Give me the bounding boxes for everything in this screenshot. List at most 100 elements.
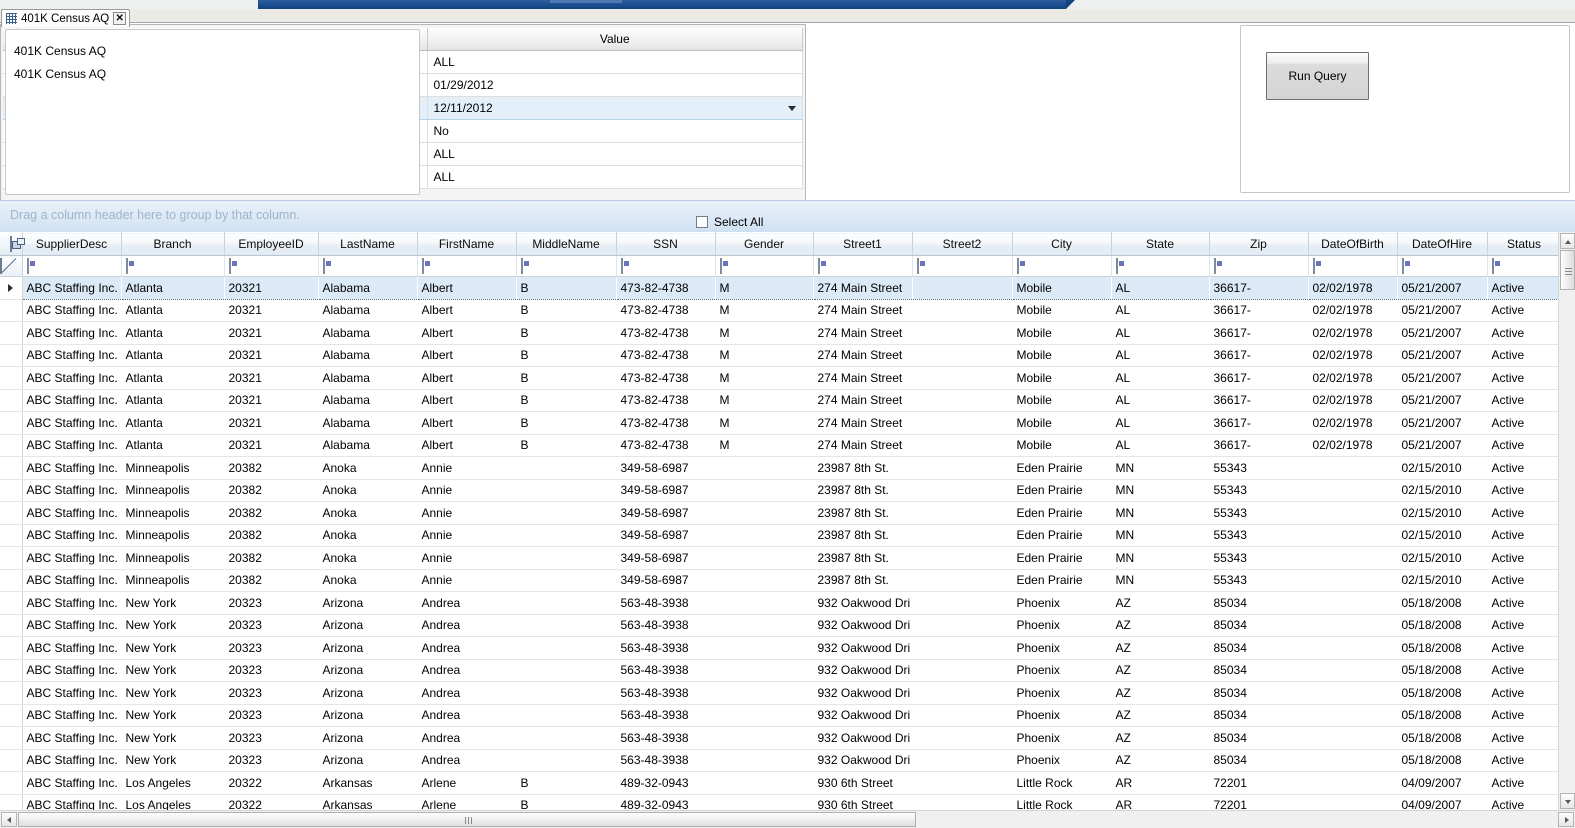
filter-cell-status[interactable] <box>1487 255 1562 277</box>
filter-button-icon[interactable] <box>26 258 29 274</box>
filter-cell-zip[interactable] <box>1209 255 1309 277</box>
vertical-scroll-thumb[interactable] <box>1560 250 1575 290</box>
parameter-value-cell[interactable]: ALL <box>427 165 803 189</box>
select-all-checkbox[interactable] <box>696 216 708 228</box>
clear-filter-icon[interactable] <box>0 258 2 274</box>
column-header-lastname[interactable]: LastName <box>318 232 418 256</box>
filter-button-icon[interactable] <box>421 258 424 274</box>
filter-cell-ssn[interactable] <box>616 255 716 277</box>
filter-button-icon[interactable] <box>228 258 231 274</box>
chevron-down-icon[interactable] <box>788 106 796 111</box>
filter-button-icon[interactable] <box>1401 258 1404 274</box>
column-header-gender[interactable]: Gender <box>715 232 814 256</box>
filter-cell-street2[interactable] <box>912 255 1013 277</box>
filter-cell-middlename[interactable] <box>516 255 617 277</box>
table-row[interactable]: ABC Staffing Inc. New York 20323 Arizona And… <box>0 591 1561 615</box>
table-row[interactable]: ABC Staffing Inc. New York 20323 Arizona And… <box>0 636 1561 660</box>
filter-button-icon[interactable] <box>520 258 523 274</box>
filter-cell-street1[interactable] <box>813 255 913 277</box>
tree-item-1[interactable]: 401K Census AQ <box>14 67 106 81</box>
table-row[interactable]: ABC Staffing Inc. Los Angeles 20322 Arkansa… <box>0 794 1561 810</box>
filter-cell-supplierdesc[interactable] <box>22 255 122 277</box>
parameter-value-cell[interactable]: ALL <box>427 50 803 74</box>
table-row[interactable]: ABC Staffing Inc. Atlanta 20321 Alabama Albe… <box>0 276 1561 300</box>
column-header-status[interactable]: Status <box>1487 232 1562 256</box>
table-row[interactable]: ABC Staffing Inc. Atlanta 20321 Alabama Albe… <box>0 321 1561 345</box>
parameter-value-cell[interactable]: ALL <box>427 142 803 166</box>
filter-button-icon[interactable] <box>1016 258 1019 274</box>
column-header-dateofhire[interactable]: DateOfHire <box>1397 232 1488 256</box>
group-by-panel[interactable]: Drag a column header here to group by th… <box>0 200 1575 232</box>
column-header-firstname[interactable]: FirstName <box>417 232 517 256</box>
table-row[interactable]: ABC Staffing Inc. Minneapolis 20382 Anoka An… <box>0 524 1561 547</box>
filter-cell-dateofbirth[interactable] <box>1308 255 1398 277</box>
scroll-down-arrow-icon[interactable] <box>1560 793 1575 809</box>
column-header-middlename[interactable]: MiddleName <box>516 232 617 256</box>
scroll-right-arrow-icon[interactable] <box>1558 812 1574 827</box>
filter-button-icon[interactable] <box>1213 258 1216 274</box>
select-all-control[interactable]: Select All <box>696 215 763 229</box>
table-row[interactable]: ABC Staffing Inc. Atlanta 20321 Alabama Albe… <box>0 434 1561 457</box>
table-row[interactable]: ABC Staffing Inc. New York 20323 Arizona And… <box>0 704 1561 727</box>
column-header-street1[interactable]: Street1 <box>813 232 913 256</box>
table-row[interactable]: ABC Staffing Inc. New York 20323 Arizona And… <box>0 659 1561 682</box>
column-chooser-icon[interactable] <box>9 235 12 252</box>
filter-button-icon[interactable] <box>1115 258 1118 274</box>
filter-cell-city[interactable] <box>1012 255 1112 277</box>
param-col-value[interactable]: Value <box>427 28 803 51</box>
scroll-up-arrow-icon[interactable] <box>1560 233 1575 249</box>
table-row[interactable]: ABC Staffing Inc. Minneapolis 20382 Anoka An… <box>0 479 1561 502</box>
column-header-state[interactable]: State <box>1111 232 1210 256</box>
table-row[interactable]: ABC Staffing Inc. Minneapolis 20382 Anoka An… <box>0 546 1561 570</box>
filter-button-icon[interactable] <box>620 258 623 274</box>
tab-401k-census-aq[interactable]: 401K Census AQ ✕ <box>1 9 131 27</box>
filter-button-icon[interactable] <box>1491 258 1494 274</box>
filter-cell-gender[interactable] <box>715 255 814 277</box>
column-header-employeeid[interactable]: EmployeeID <box>224 232 319 256</box>
clear-filter-cell[interactable] <box>0 255 23 277</box>
table-row[interactable]: ABC Staffing Inc. Atlanta 20321 Alabama Albe… <box>0 299 1561 322</box>
horizontal-scroll-thumb[interactable] <box>18 812 916 827</box>
parameter-value-cell[interactable]: 01/29/2012 <box>427 73 803 97</box>
table-row[interactable]: ABC Staffing Inc. Minneapolis 20382 Anoka An… <box>0 569 1561 592</box>
horizontal-scrollbar[interactable] <box>0 810 1575 828</box>
column-header-zip[interactable]: Zip <box>1209 232 1309 256</box>
filter-button-icon[interactable] <box>916 258 919 274</box>
parameter-value-cell[interactable]: 12/11/2012 <box>427 96 803 120</box>
column-header-city[interactable]: City <box>1012 232 1112 256</box>
table-row[interactable]: ABC Staffing Inc. New York 20323 Arizona And… <box>0 681 1561 705</box>
table-row[interactable]: ABC Staffing Inc. Atlanta 20321 Alabama Albe… <box>0 411 1561 435</box>
run-query-button[interactable]: Run Query <box>1266 52 1369 100</box>
column-header-street2[interactable]: Street2 <box>912 232 1013 256</box>
filter-cell-dateofhire[interactable] <box>1397 255 1488 277</box>
column-header-ssn[interactable]: SSN <box>616 232 716 256</box>
table-row[interactable]: ABC Staffing Inc. Minneapolis 20382 Anoka An… <box>0 501 1561 525</box>
close-icon[interactable]: ✕ <box>113 12 127 25</box>
column-header-supplierdesc[interactable]: SupplierDesc <box>22 232 122 256</box>
column-header-dateofbirth[interactable]: DateOfBirth <box>1308 232 1398 256</box>
filter-button-icon[interactable] <box>817 258 820 274</box>
table-row[interactable]: ABC Staffing Inc. Minneapolis 20382 Anoka An… <box>0 456 1561 480</box>
filter-cell-firstname[interactable] <box>417 255 517 277</box>
filter-cell-lastname[interactable] <box>318 255 418 277</box>
table-row[interactable]: ABC Staffing Inc. Atlanta 20321 Alabama Albe… <box>0 389 1561 412</box>
table-row[interactable]: ABC Staffing Inc. Atlanta 20321 Alabama Albe… <box>0 344 1561 367</box>
table-row[interactable]: ABC Staffing Inc. New York 20323 Arizona And… <box>0 614 1561 637</box>
filter-button-icon[interactable] <box>719 258 722 274</box>
filter-button-icon[interactable] <box>322 258 325 274</box>
table-row[interactable]: ABC Staffing Inc. Atlanta 20321 Alabama Albe… <box>0 366 1561 390</box>
table-row[interactable]: ABC Staffing Inc. New York 20323 Arizona And… <box>0 749 1561 772</box>
parameter-value-cell[interactable]: No <box>427 119 803 143</box>
filter-cell-employeeid[interactable] <box>224 255 319 277</box>
vertical-scrollbar[interactable] <box>1558 232 1575 810</box>
filter-button-icon[interactable] <box>1312 258 1315 274</box>
table-row[interactable]: ABC Staffing Inc. Los Angeles 20322 Arkansa… <box>0 771 1561 795</box>
filter-button-icon[interactable] <box>125 258 128 274</box>
scroll-left-arrow-icon[interactable] <box>1 812 17 827</box>
tree-item-0[interactable]: 401K Census AQ <box>14 44 106 58</box>
filter-cell-state[interactable] <box>1111 255 1210 277</box>
column-header-branch[interactable]: Branch <box>121 232 225 256</box>
column-chooser-cell[interactable] <box>0 232 23 256</box>
filter-cell-branch[interactable] <box>121 255 225 277</box>
table-row[interactable]: ABC Staffing Inc. New York 20323 Arizona And… <box>0 726 1561 750</box>
